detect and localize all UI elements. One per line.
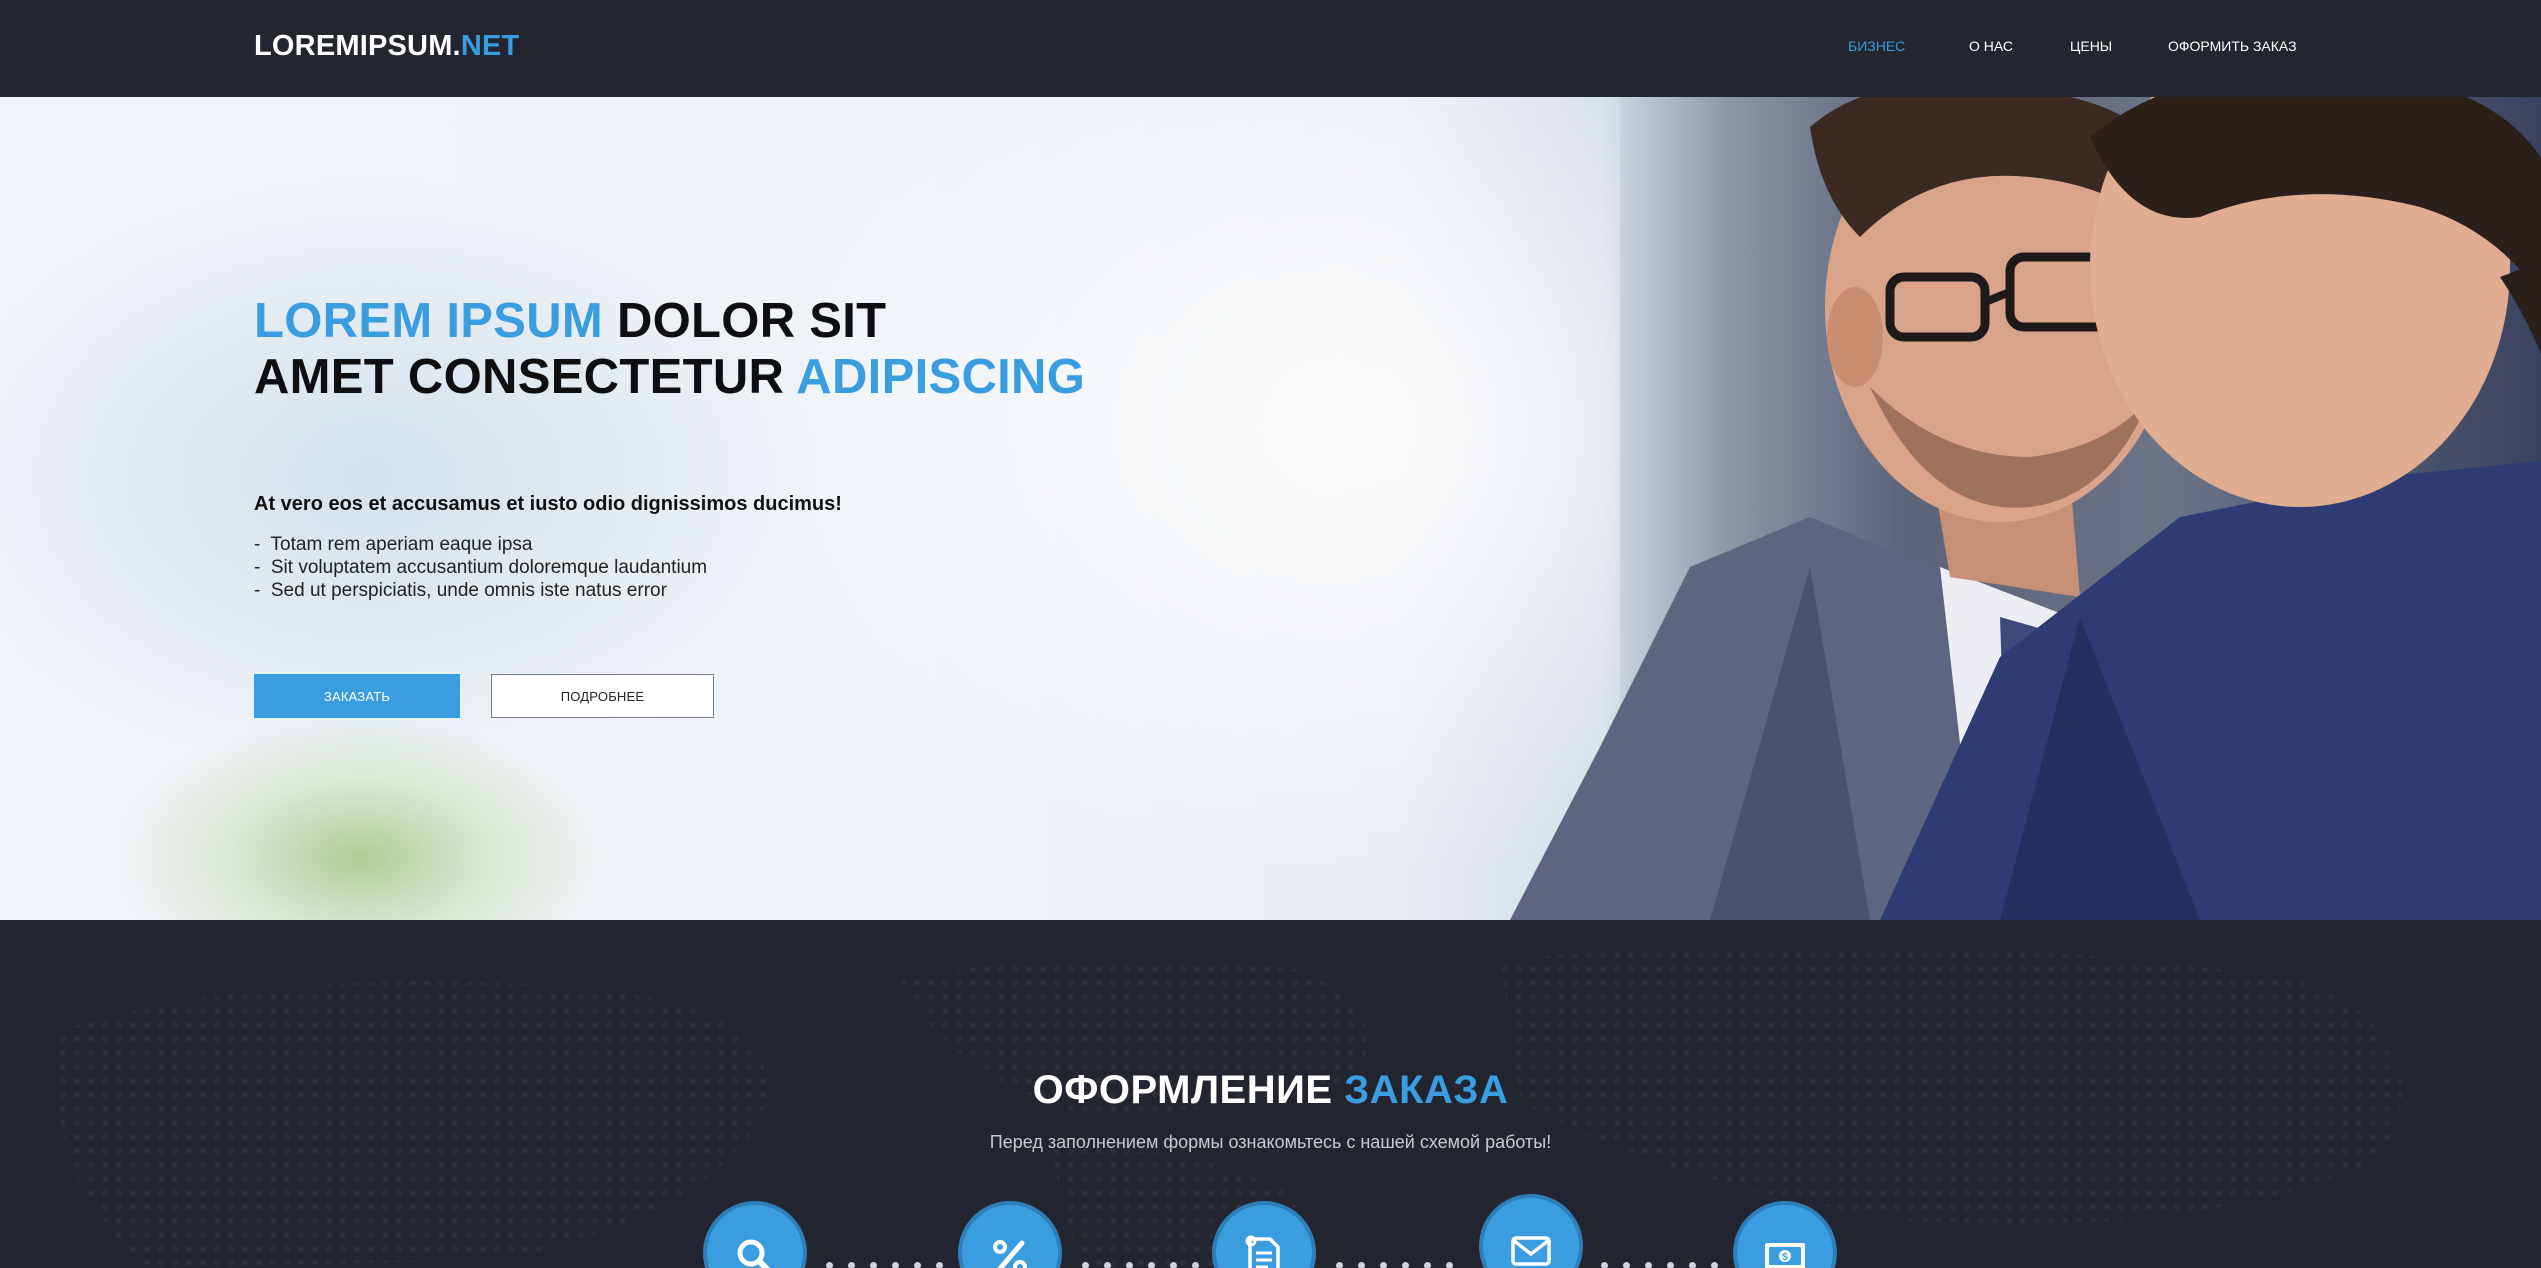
- percent-icon: [993, 1240, 1027, 1268]
- hero-title-text-2: AMET CONSECTETUR: [254, 350, 797, 404]
- step-discount[interactable]: [962, 1205, 1058, 1268]
- step-search[interactable]: [707, 1205, 803, 1268]
- svg-text:$: $: [1782, 1252, 1788, 1263]
- more-details-button[interactable]: ПОДРОБНЕЕ: [491, 674, 714, 718]
- step-document[interactable]: [1216, 1205, 1312, 1268]
- hero-title-accent-1: LOREM IPSUM: [254, 294, 604, 348]
- hero-title-line-2: AMET CONSECTETUR ADIPISCING: [254, 349, 1085, 405]
- hero-light-blur: [720, 97, 1620, 920]
- step-email[interactable]: [1483, 1198, 1579, 1268]
- hero-bullet-item: - Totam rem aperiam eaque ipsa: [254, 534, 533, 555]
- order-button[interactable]: ЗАКАЗАТЬ: [254, 674, 460, 718]
- nav-item-order[interactable]: ОФОРМИТЬ ЗАКАЗ: [2168, 38, 2297, 54]
- hero-bullet-item: - Sed ut perspiciatis, unde omnis iste n…: [254, 580, 667, 601]
- hero-plant-blur: [120, 717, 600, 920]
- search-icon: [737, 1239, 771, 1268]
- nav-item-about[interactable]: О НАС: [1969, 38, 2013, 54]
- envelope-icon: [1511, 1236, 1551, 1266]
- order-steps: $: [0, 920, 2541, 1268]
- hero-title-text-1: DOLOR SIT: [603, 294, 887, 348]
- hero-bullet-item: - Sit voluptatem accusantium doloremque …: [254, 557, 708, 578]
- main-nav: БИЗНЕС О НАС ЦЕНЫ ОФОРМИТЬ ЗАКАЗ: [0, 38, 2541, 58]
- hero-title: LOREM IPSUM DOLOR SIT AMET CONSECTETUR A…: [254, 293, 1085, 405]
- step-connector: [1336, 1262, 1456, 1268]
- site-header: LOREMIPSUM.NET БИЗНЕС О НАС ЦЕНЫ ОФОРМИТ…: [0, 0, 2541, 97]
- nav-item-prices[interactable]: ЦЕНЫ: [2070, 38, 2112, 54]
- step-connector: [1601, 1262, 1721, 1268]
- nav-item-business[interactable]: БИЗНЕС: [1848, 38, 1905, 54]
- document-icon: [1245, 1235, 1280, 1268]
- step-connector: [826, 1262, 946, 1268]
- order-section: ОФОРМЛЕНИЕ ЗАКАЗА Перед заполнением форм…: [0, 920, 2541, 1268]
- money-icon: $: [1765, 1243, 1805, 1268]
- hero-title-line-1: LOREM IPSUM DOLOR SIT: [254, 293, 1085, 349]
- hero-lead: At vero eos et accusamus et iusto odio d…: [254, 493, 842, 515]
- hero-bullet-list: - Totam rem aperiam eaque ipsa - Sit vol…: [254, 533, 707, 602]
- businessman-young-image: [1880, 97, 2541, 920]
- hero-section: LOREM IPSUM DOLOR SIT AMET CONSECTETUR A…: [0, 97, 2541, 920]
- step-payment[interactable]: $: [1737, 1205, 1833, 1268]
- step-connector: [1082, 1262, 1202, 1268]
- hero-title-accent-2: ADIPISCING: [796, 350, 1086, 404]
